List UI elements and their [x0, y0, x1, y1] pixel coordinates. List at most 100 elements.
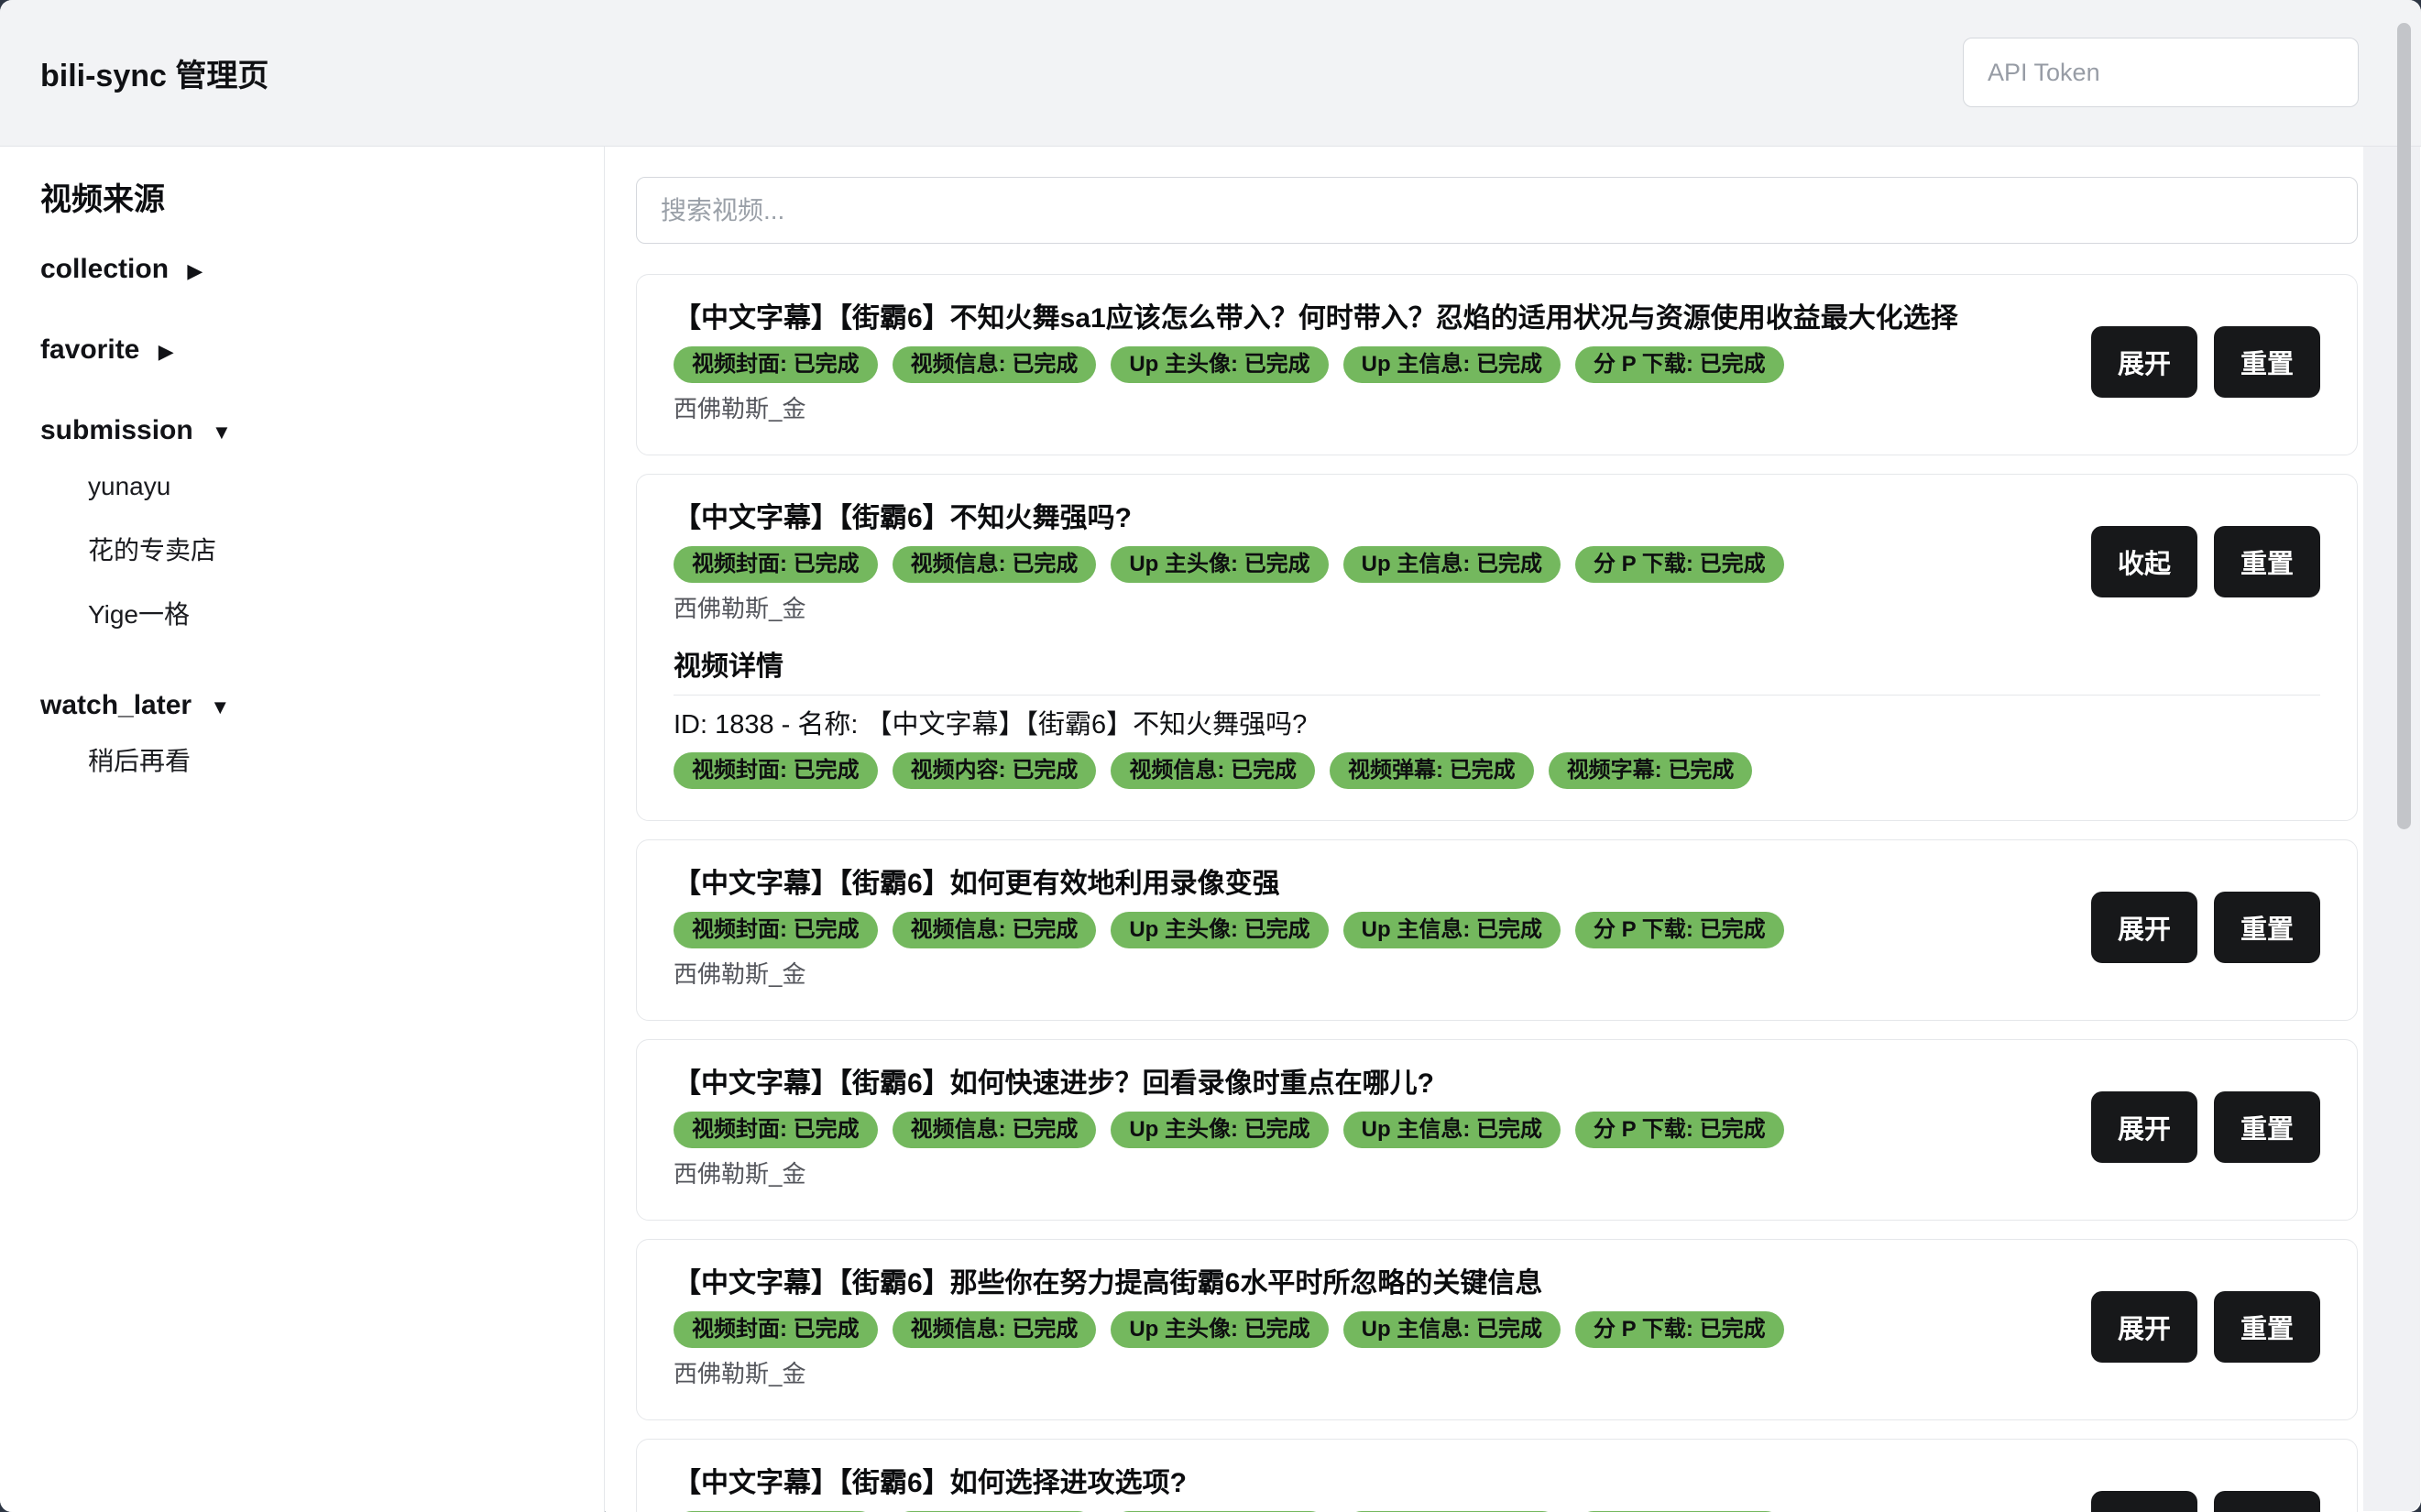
- reset-button[interactable]: 重置: [2214, 1291, 2320, 1363]
- video-list: 【中文字幕】【街霸6】不知火舞sa1应该怎么带入？何时带入？忍焰的适用状况与资源…: [636, 274, 2358, 1512]
- status-badge: 视频信息: 已完成: [893, 346, 1097, 383]
- main-content: 【中文字幕】【街霸6】不知火舞sa1应该怎么带入？何时带入？忍焰的适用状况与资源…: [606, 147, 2421, 1512]
- expand-button[interactable]: 展开: [2091, 326, 2197, 398]
- video-badge-row: 视频封面: 已完成视频信息: 已完成 Up 主头像: 已完成 Up 主信息: 已完成…: [674, 546, 2320, 583]
- page-title: bili-sync 管理页: [40, 0, 268, 146]
- sidebar-group-collection: collection ▶: [40, 251, 586, 290]
- video-badge-row: 视频封面: 已完成视频信息: 已完成 Up 主头像: 已完成 Up 主信息: 已完成…: [674, 912, 2320, 948]
- video-title: 【中文字幕】【街霸6】那些你在努力提高街霸6水平时所忽略的关键信息: [674, 1267, 2320, 1300]
- status-badge: Up 主头像: 已完成: [1111, 912, 1328, 948]
- reset-button[interactable]: 重置: [2214, 892, 2320, 963]
- expand-button[interactable]: 展开: [2091, 1491, 2197, 1512]
- status-badge: 视频信息: 已完成: [893, 546, 1097, 583]
- triangle-down-icon: ▼: [212, 421, 232, 444]
- video-title: 【中文字幕】【街霸6】如何更有效地利用录像变强: [674, 868, 2320, 901]
- sidebar-item-favorite[interactable]: favorite ▶: [40, 332, 586, 370]
- status-badge: 视频封面: 已完成: [674, 912, 878, 948]
- sidebar-group-submission: submission ▼ yunayu 花的专卖店 Yige一格: [40, 412, 586, 630]
- sidebar-item-label: collection: [40, 254, 176, 284]
- status-badge: Up 主头像: 已完成: [1111, 1311, 1328, 1348]
- status-badge: Up 主头像: 已完成: [1111, 1112, 1328, 1148]
- status-badge: 视频封面: 已完成: [674, 752, 878, 789]
- app-window: bili-sync 管理页 视频来源 collection ▶favorite …: [0, 0, 2421, 1512]
- status-badge: Up 主信息: 已完成: [1343, 912, 1561, 948]
- video-detail-heading: 视频详情: [674, 651, 2320, 684]
- uploader-name: 西佛勒斯_金: [674, 959, 2320, 989]
- video-card: 【中文字幕】【街霸6】那些你在努力提高街霸6水平时所忽略的关键信息视频封面: 已…: [636, 1239, 2358, 1420]
- status-badge: 视频封面: 已完成: [674, 346, 878, 383]
- sidebar-group-favorite: favorite ▶: [40, 332, 586, 370]
- sidebar-subitem[interactable]: 花的专卖店: [88, 535, 586, 566]
- triangle-right-icon: ▶: [159, 340, 174, 363]
- video-badge-row: 视频封面: 已完成视频信息: 已完成 Up 主头像: 已完成 Up 主信息: 已完成…: [674, 1311, 2320, 1348]
- card-actions: 展开重置: [2091, 1291, 2320, 1363]
- expand-button[interactable]: 展开: [2091, 1291, 2197, 1363]
- scrollbar-track: [2363, 147, 2420, 1511]
- api-token-input[interactable]: [1963, 38, 2359, 107]
- sidebar-subitem[interactable]: 稍后再看: [88, 746, 586, 777]
- sidebar-subitem[interactable]: Yige一格: [88, 599, 586, 630]
- expand-button[interactable]: 展开: [2091, 892, 2197, 963]
- scrollbar-thumb[interactable]: [2397, 23, 2411, 829]
- status-badge: 视频信息: 已完成: [893, 1311, 1097, 1348]
- card-actions: 展开重置: [2091, 326, 2320, 398]
- sidebar-item-submission[interactable]: submission ▼: [40, 412, 586, 451]
- search-input[interactable]: [636, 177, 2358, 244]
- status-badge: 视频弹幕: 已完成: [1330, 752, 1534, 789]
- expand-button[interactable]: 展开: [2091, 1091, 2197, 1163]
- uploader-name: 西佛勒斯_金: [674, 1159, 2320, 1189]
- reset-button[interactable]: 重置: [2214, 526, 2320, 597]
- collapse-button[interactable]: 收起: [2091, 526, 2197, 597]
- sidebar-item-label: favorite: [40, 334, 148, 365]
- status-badge: 分 P 下载: 已完成: [1575, 1311, 1784, 1348]
- status-badge: 分 P 下载: 已完成: [1575, 1112, 1784, 1148]
- status-badge: 视频信息: 已完成: [1111, 752, 1315, 789]
- sidebar-sublist-watch_later: 稍后再看: [40, 746, 586, 777]
- status-badge: 视频字幕: 已完成: [1549, 752, 1753, 789]
- sidebar-item-label: submission: [40, 415, 201, 445]
- video-title: 【中文字幕】【街霸6】如何快速进步？回看录像时重点在哪儿?: [674, 1068, 2320, 1101]
- status-badge: Up 主信息: 已完成: [1343, 546, 1561, 583]
- sidebar-item-collection[interactable]: collection ▶: [40, 251, 586, 290]
- status-badge: 分 P 下载: 已完成: [1575, 546, 1784, 583]
- video-card: 【中文字幕】【街霸6】如何选择进攻选项?视频封面: 已完成视频信息: 已完成Up…: [636, 1439, 2358, 1512]
- video-title: 【中文字幕】【街霸6】不知火舞sa1应该怎么带入？何时带入？忍焰的适用状况与资源…: [674, 302, 2320, 335]
- detail-divider: [674, 695, 2320, 696]
- video-title: 【中文字幕】【街霸6】不知火舞强吗?: [674, 502, 2320, 535]
- status-badge: Up 主头像: 已完成: [1111, 346, 1328, 383]
- reset-button[interactable]: 重置: [2214, 1091, 2320, 1163]
- card-actions: 展开重置: [2091, 1091, 2320, 1163]
- reset-button[interactable]: 重置: [2214, 326, 2320, 398]
- sidebar: 视频来源 collection ▶favorite ▶submission ▼y…: [0, 147, 605, 1512]
- video-badge-row: 视频封面: 已完成视频信息: 已完成 Up 主头像: 已完成 Up 主信息: 已完成…: [674, 346, 2320, 383]
- video-card: 【中文字幕】【街霸6】不知火舞强吗?视频封面: 已完成视频信息: 已完成Up 主…: [636, 474, 2358, 821]
- app-header: bili-sync 管理页: [0, 0, 2421, 147]
- card-actions: 收起重置: [2091, 526, 2320, 597]
- detail-badge-row: 视频封面: 已完成视频内容: 已完成视频信息: 已完成视频弹幕: 已完成视频字幕…: [674, 752, 2320, 789]
- status-badge: Up 主信息: 已完成: [1343, 1311, 1561, 1348]
- status-badge: 视频内容: 已完成: [893, 752, 1097, 789]
- status-badge: 分 P 下载: 已完成: [1575, 912, 1784, 948]
- sidebar-sublist-submission: yunayu 花的专卖店 Yige一格: [40, 471, 586, 630]
- status-badge: 分 P 下载: 已完成: [1575, 346, 1784, 383]
- status-badge: 视频封面: 已完成: [674, 546, 878, 583]
- status-badge: 视频封面: 已完成: [674, 1311, 878, 1348]
- sidebar-group-watch_later: watch_later ▼ 稍后再看: [40, 687, 586, 777]
- status-badge: 视频信息: 已完成: [893, 1112, 1097, 1148]
- card-actions: 展开重置: [2091, 892, 2320, 963]
- sidebar-subitem[interactable]: yunayu: [88, 471, 586, 502]
- video-card: 【中文字幕】【街霸6】如何快速进步？回看录像时重点在哪儿? 视频封面: 已完成视频…: [636, 1039, 2358, 1221]
- status-badge: Up 主头像: 已完成: [1111, 546, 1328, 583]
- uploader-name: 西佛勒斯_金: [674, 1359, 2320, 1388]
- video-detail: 视频详情 ID: 1838 - 名称: 【中文字幕】【街霸6】不知火舞强吗? 视频封…: [674, 651, 2320, 789]
- status-badge: 视频信息: 已完成: [893, 912, 1097, 948]
- reset-button[interactable]: 重置: [2214, 1491, 2320, 1512]
- sidebar-heading: 视频来源: [40, 180, 586, 220]
- status-badge: Up 主信息: 已完成: [1343, 346, 1561, 383]
- video-title: 【中文字幕】【街霸6】如何选择进攻选项?: [674, 1467, 2320, 1500]
- sidebar-item-watch_later[interactable]: watch_later ▼: [40, 687, 586, 726]
- uploader-name: 西佛勒斯_金: [674, 594, 2320, 623]
- video-detail-line: ID: 1838 - 名称: 【中文字幕】【街霸6】不知火舞强吗?: [674, 708, 2320, 741]
- triangle-down-icon: ▼: [210, 696, 230, 718]
- status-badge: 视频封面: 已完成: [674, 1112, 878, 1148]
